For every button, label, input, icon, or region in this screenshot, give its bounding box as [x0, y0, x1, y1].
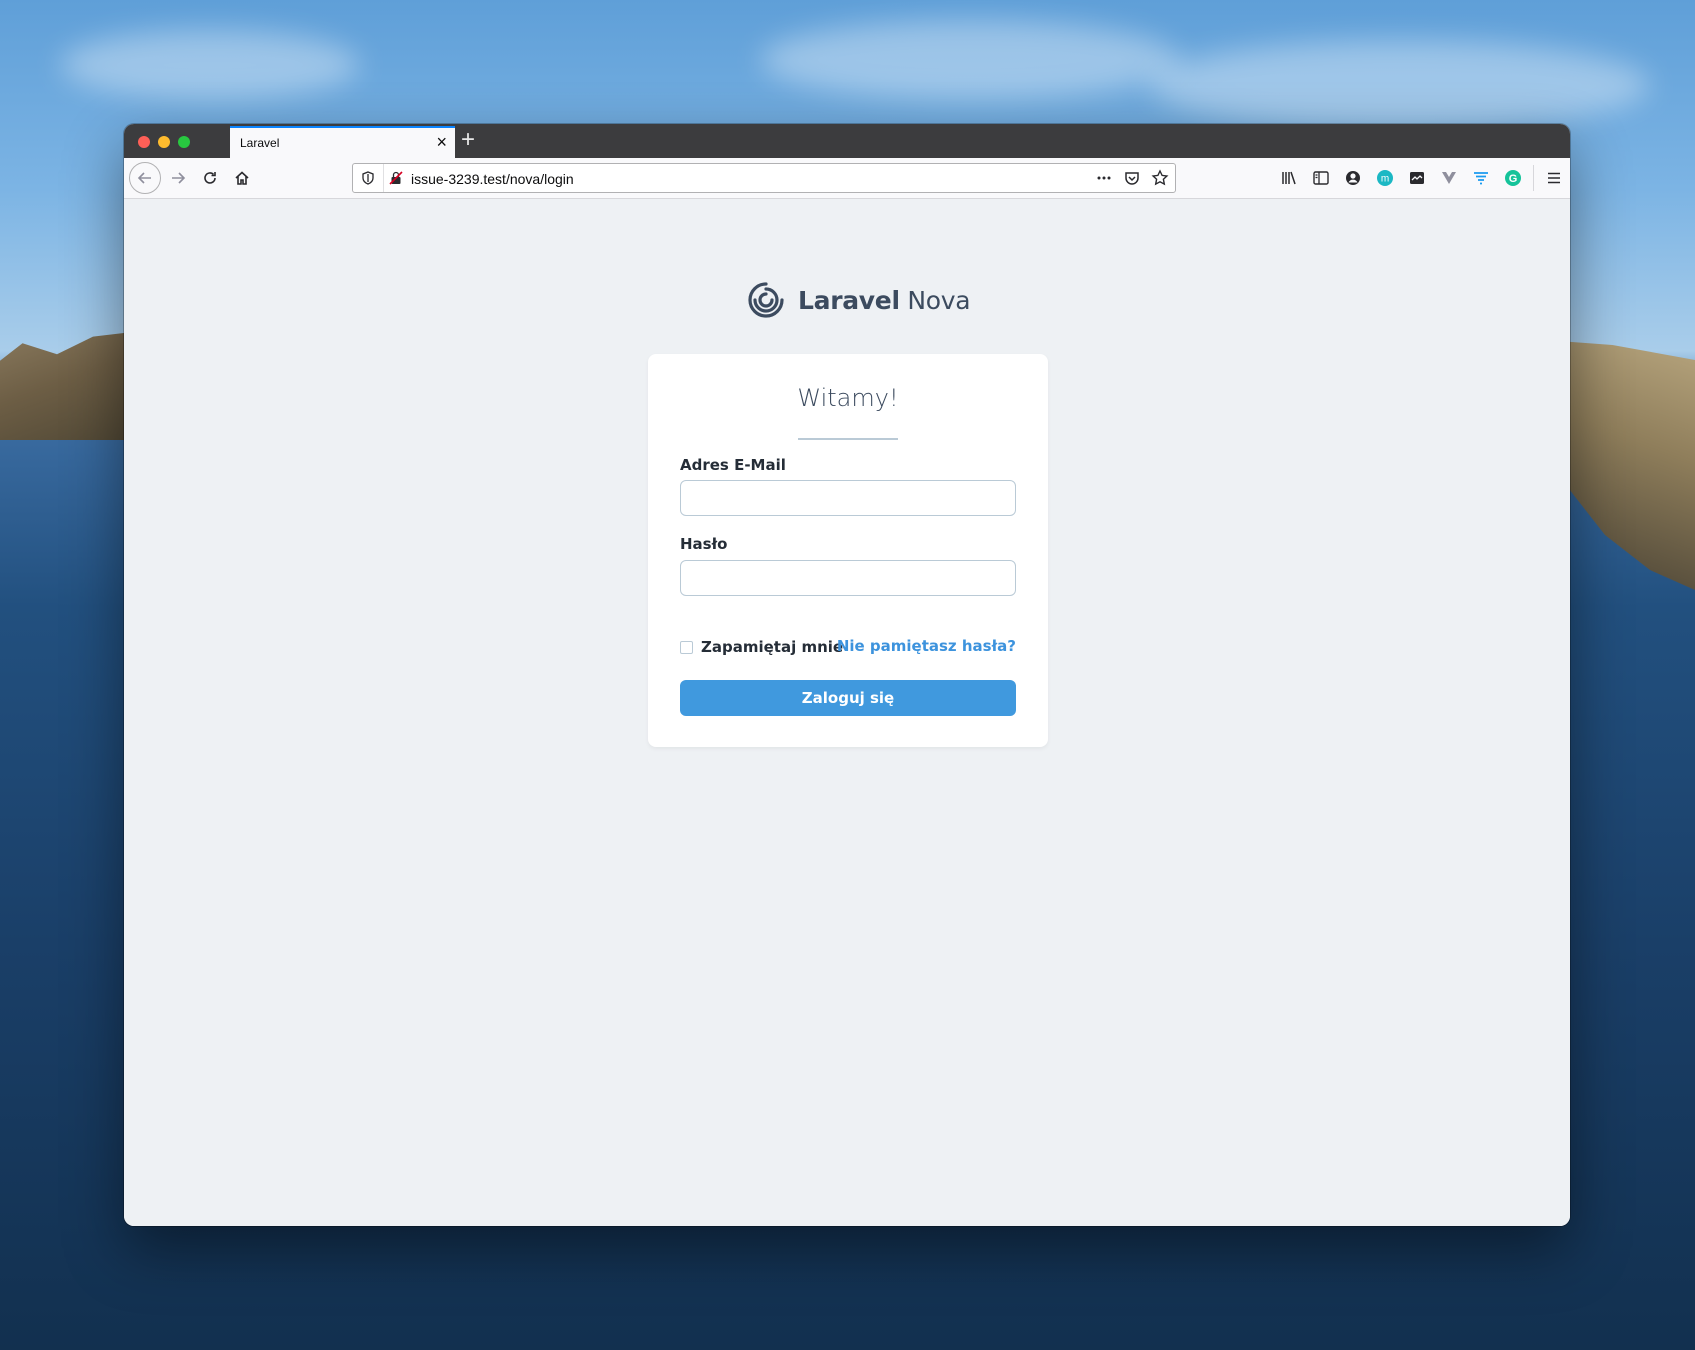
heading-divider: [798, 438, 898, 440]
extension-m-button[interactable]: m: [1369, 164, 1401, 192]
url-actions: [1095, 169, 1169, 187]
reload-button[interactable]: [194, 162, 226, 194]
url-text[interactable]: issue-3239.test/nova/login: [411, 171, 574, 187]
password-field[interactable]: [680, 560, 1016, 596]
arrow-right-icon: [172, 172, 186, 184]
back-button[interactable]: [129, 162, 161, 194]
arrow-left-icon: [137, 172, 151, 184]
window-maximize-button[interactable]: [178, 136, 190, 148]
sidebar-icon: [1313, 171, 1329, 185]
extension-grammarly-button[interactable]: G: [1497, 164, 1529, 192]
window-close-button[interactable]: [138, 136, 150, 148]
hamburger-menu-icon: [1548, 172, 1560, 184]
address-bar[interactable]: issue-3239.test/nova/login: [352, 163, 1176, 193]
home-icon: [235, 171, 249, 185]
library-icon: [1282, 171, 1296, 185]
window-minimize-button[interactable]: [158, 136, 170, 148]
extension-vue-button[interactable]: [1433, 164, 1465, 192]
brand-logo[interactable]: Laravel Nova: [746, 280, 971, 320]
toolbar-extensions: m G: [1273, 164, 1570, 192]
home-button[interactable]: [226, 162, 258, 194]
brand-name-strong: Laravel: [798, 285, 900, 315]
login-card: Witamy! Adres E-Mail Hasło Zapamiętaj mn…: [648, 354, 1048, 747]
remember-me[interactable]: Zapamiętaj mnie: [680, 638, 843, 656]
pocket-icon[interactable]: [1123, 169, 1141, 187]
menu-button[interactable]: [1538, 164, 1570, 192]
account-icon: [1346, 171, 1360, 185]
browser-tab[interactable]: Laravel ×: [230, 126, 455, 158]
brand-name-light: Nova: [899, 285, 971, 315]
filter-lines-icon: [1474, 172, 1488, 185]
tab-close-icon[interactable]: ×: [436, 131, 447, 153]
remember-label[interactable]: Zapamiętaj mnie: [701, 638, 843, 656]
email-field[interactable]: [680, 480, 1016, 516]
brand-name: Laravel Nova: [798, 285, 971, 315]
insecure-lock-icon[interactable]: [389, 171, 403, 185]
library-button[interactable]: [1273, 164, 1305, 192]
title-bar: Laravel × +: [124, 124, 1570, 158]
new-tab-button[interactable]: +: [461, 126, 475, 154]
browser-window: Laravel × + issue-3239.test/nova/login m…: [124, 124, 1570, 1226]
password-label: Hasło: [680, 535, 728, 553]
page-content: Laravel Nova Witamy! Adres E-Mail Hasło …: [124, 199, 1570, 1226]
reload-icon: [204, 172, 216, 184]
cloud: [1150, 40, 1650, 130]
extension-filter-button[interactable]: [1465, 164, 1497, 192]
bookmark-star-icon[interactable]: [1151, 169, 1169, 187]
login-heading: Witamy!: [797, 384, 899, 412]
grammarly-icon: G: [1505, 170, 1521, 186]
url-divider: [383, 164, 384, 192]
svg-text:m: m: [1381, 174, 1389, 185]
forgot-password-link[interactable]: Nie pamiętasz hasła?: [837, 637, 1016, 655]
forward-button[interactable]: [162, 162, 194, 194]
extension-image-icon: [1410, 172, 1424, 184]
tab-title: Laravel: [240, 136, 280, 150]
remember-checkbox[interactable]: [680, 640, 693, 654]
email-label: Adres E-Mail: [680, 456, 786, 474]
extension-image-button[interactable]: [1401, 164, 1433, 192]
shield-icon[interactable]: [361, 171, 375, 185]
more-actions-icon[interactable]: [1095, 169, 1113, 187]
svg-text:G: G: [1509, 173, 1518, 185]
extension-m-icon: m: [1377, 170, 1393, 186]
login-button[interactable]: Zaloguj się: [680, 680, 1016, 716]
sidebar-button[interactable]: [1305, 164, 1337, 192]
cloud: [760, 20, 1180, 100]
nova-spiral-icon: [748, 282, 784, 318]
navigation-toolbar: issue-3239.test/nova/login m G: [124, 158, 1570, 199]
account-button[interactable]: [1337, 164, 1369, 192]
toolbar-separator: [1533, 165, 1534, 191]
cloud: [60, 30, 360, 100]
vue-devtools-icon: [1442, 172, 1456, 184]
